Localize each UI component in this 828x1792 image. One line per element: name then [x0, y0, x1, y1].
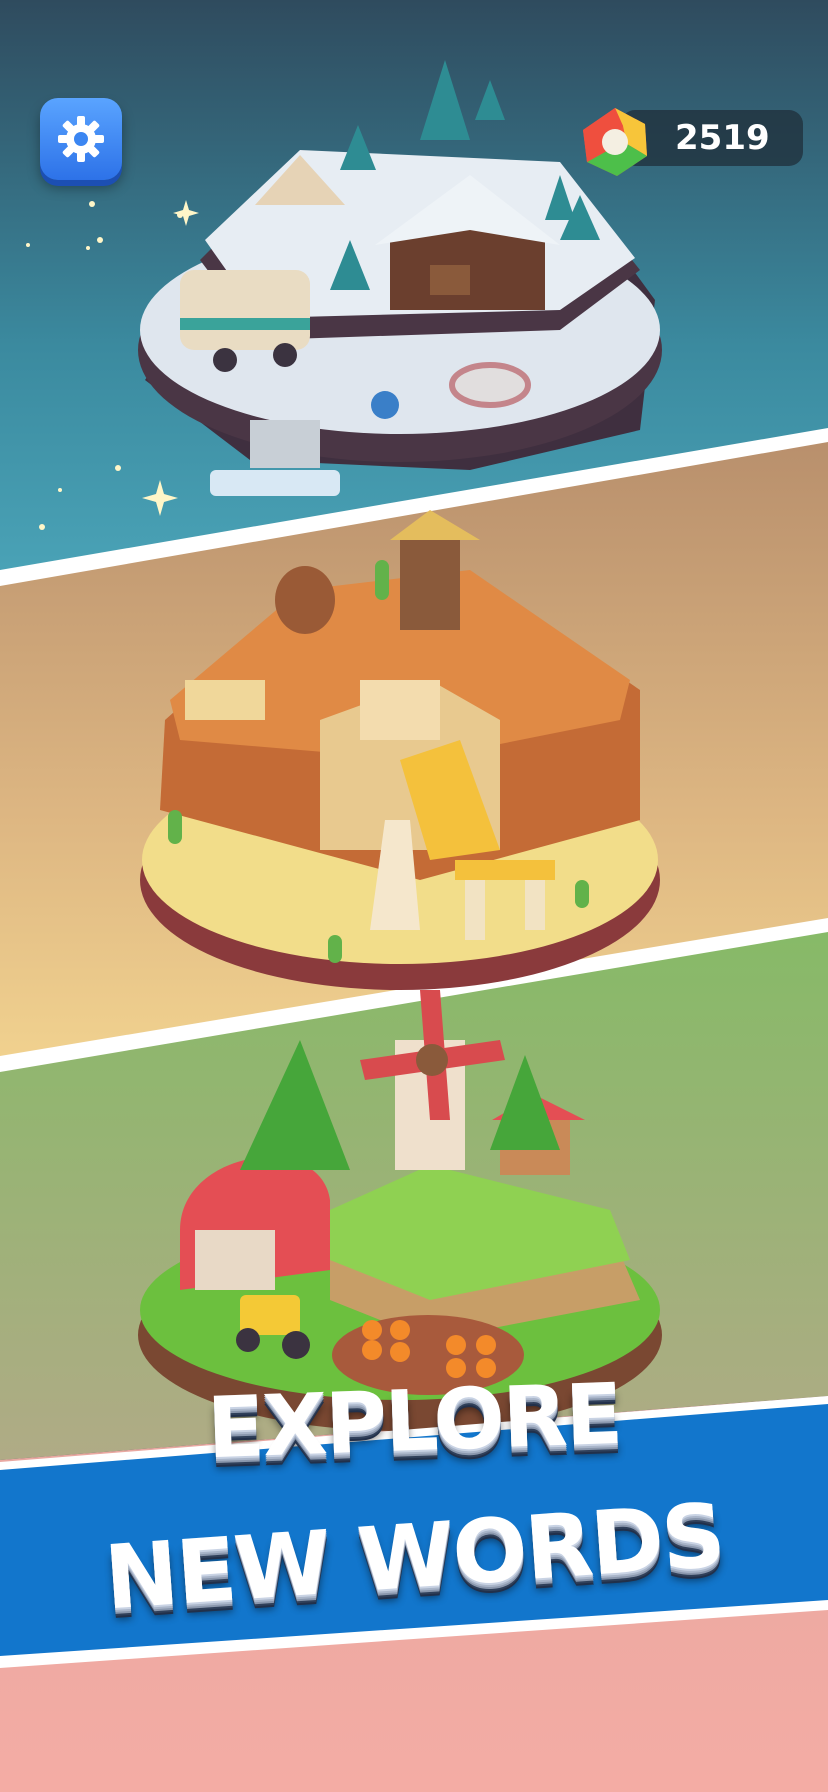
settings-button[interactable] — [40, 98, 122, 180]
coin-counter[interactable]: 2519 — [575, 104, 803, 176]
coin-count: 2519 — [675, 118, 770, 158]
ring-coin-icon — [583, 108, 647, 176]
game-screen: 2519 EXPLORE NEW WORDS — [0, 0, 828, 1792]
gear-icon — [58, 116, 104, 162]
